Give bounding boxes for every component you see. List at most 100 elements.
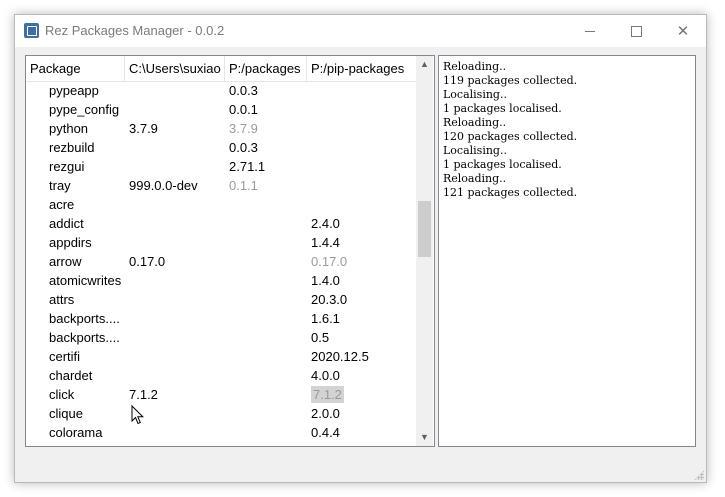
table-row[interactable]: atomicwrites 1.4.0 <box>26 271 416 290</box>
pip-version-cell: 2.4.0 <box>311 216 340 231</box>
user-version-cell <box>125 290 225 309</box>
log-lines: Reloading.. 119 packages collected. Locali… <box>439 60 577 200</box>
mouse-cursor-icon <box>131 405 145 425</box>
log-line: Reloading.. <box>443 172 507 185</box>
packages-version-cell <box>225 328 307 347</box>
log-line: 1 packages localised. <box>443 102 562 115</box>
close-icon: ✕ <box>676 22 690 40</box>
pip-version-cell <box>307 157 416 176</box>
window-title: Rez Packages Manager - 0.0.2 <box>45 23 225 38</box>
pip-version-cell <box>307 100 416 119</box>
log-output[interactable]: Reloading.. 119 packages collected. Locali… <box>438 55 696 447</box>
packages-table[interactable]: Package C:\Users\suxiao P:/packages P:/p… <box>25 55 435 447</box>
packages-version-cell <box>225 195 307 214</box>
title-bar[interactable]: Rez Packages Manager - 0.0.2 ✕ <box>15 15 706 47</box>
table-row[interactable]: rezbuild 0.0.3 <box>26 138 416 157</box>
log-line: 121 packages collected. <box>443 186 578 199</box>
log-line: 119 packages collected. <box>443 74 578 87</box>
pip-version-cell: 1.4.4 <box>311 235 340 250</box>
user-version-cell <box>125 81 225 100</box>
packages-version-cell <box>225 385 307 404</box>
packages-version-cell: 0.0.3 <box>229 83 258 98</box>
pip-version-cell <box>307 195 416 214</box>
table-header: Package C:\Users\suxiao P:/packages P:/p… <box>26 56 416 82</box>
user-version-cell <box>125 157 225 176</box>
close-button[interactable]: ✕ <box>660 15 706 47</box>
pip-version-cell: 1.4.0 <box>311 273 340 288</box>
column-header-user-path[interactable]: C:\Users\suxiao <box>125 56 225 81</box>
table-row[interactable]: tray 999.0.0-dev 0.1.1 <box>26 176 416 195</box>
packages-version-cell <box>225 252 307 271</box>
user-version-cell <box>125 328 225 347</box>
packages-version-cell: 0.0.1 <box>229 102 258 117</box>
table-row[interactable]: appdirs 1.4.4 <box>26 233 416 252</box>
table-row[interactable]: chardet 4.0.0 <box>26 366 416 385</box>
pip-version-cell <box>307 176 416 195</box>
packages-version-cell: 0.1.1 <box>229 178 258 193</box>
log-line: Reloading.. <box>443 116 507 129</box>
pip-version-cell: 4.0.0 <box>311 368 340 383</box>
table-row[interactable]: certifi 2020.12.5 <box>26 347 416 366</box>
packages-version-cell: 2.71.1 <box>229 159 266 174</box>
user-version-cell <box>125 233 225 252</box>
table-row[interactable]: pypeapp 0.0.3 <box>26 81 416 100</box>
pip-version-cell: 0.5 <box>311 330 330 345</box>
pip-version-cell <box>307 81 416 100</box>
packages-version-cell <box>225 271 307 290</box>
resize-grip-icon[interactable] <box>694 470 704 480</box>
log-line: 1 packages localised. <box>443 158 562 171</box>
log-line: Localising.. <box>443 88 507 101</box>
maximize-button[interactable] <box>613 15 659 47</box>
table-row[interactable]: addict 2.4.0 <box>26 214 416 233</box>
table-body: pypeapp 0.0.3 pype_config 0.0.1 python 3.7.9 3… <box>26 81 416 446</box>
user-version-cell: 3.7.9 <box>129 121 158 136</box>
user-version-cell <box>125 195 225 214</box>
column-header-package[interactable]: Package <box>26 56 125 81</box>
user-version-cell <box>125 423 225 442</box>
table-row[interactable]: pype_config 0.0.1 <box>26 100 416 119</box>
table-row[interactable]: colorama 0.4.4 <box>26 423 416 442</box>
highlighted-version: 7.1.2 <box>311 386 344 403</box>
vertical-scrollbar[interactable]: ▲ ▼ <box>416 56 433 446</box>
maximize-icon <box>630 25 642 37</box>
packages-version-cell: 3.7.9 <box>229 121 258 136</box>
column-header-pip-path[interactable]: P:/pip-packages <box>307 56 416 81</box>
pip-version-cell <box>307 119 416 138</box>
packages-version-cell <box>225 347 307 366</box>
pip-version-cell: 7.1.2 <box>307 385 416 404</box>
packages-version-cell <box>225 404 307 423</box>
column-header-packages-path[interactable]: P:/packages <box>225 56 307 81</box>
packages-version-cell <box>225 214 307 233</box>
packages-version-cell <box>225 290 307 309</box>
log-line: Localising.. <box>443 144 507 157</box>
user-version-cell <box>125 347 225 366</box>
table-row[interactable]: rezgui 2.71.1 <box>26 157 416 176</box>
table-row[interactable]: backports.... 0.5 <box>26 328 416 347</box>
table-row[interactable]: clique 2.0.0 <box>26 404 416 423</box>
table-row[interactable]: backports.... 1.6.1 <box>26 309 416 328</box>
app-window: Rez Packages Manager - 0.0.2 ✕ Package C… <box>14 14 707 483</box>
pip-version-cell: 0.17.0 <box>311 254 348 269</box>
table-row[interactable]: arrow 0.17.0 0.17.0 <box>26 252 416 271</box>
scroll-up-icon[interactable]: ▲ <box>416 56 433 73</box>
user-version-cell <box>125 100 225 119</box>
log-line: Reloading.. <box>443 60 507 73</box>
minimize-button[interactable] <box>567 15 613 47</box>
scroll-thumb[interactable] <box>418 201 431 257</box>
user-version-cell <box>125 309 225 328</box>
user-version-cell: 0.17.0 <box>129 254 166 269</box>
app-icon <box>24 23 39 38</box>
log-line: 120 packages collected. <box>443 130 578 143</box>
table-row[interactable]: click 7.1.2 7.1.2 <box>26 385 416 404</box>
user-version-cell <box>125 214 225 233</box>
table-row[interactable]: python 3.7.9 3.7.9 <box>26 119 416 138</box>
packages-version-cell <box>225 309 307 328</box>
scroll-down-icon[interactable]: ▼ <box>416 429 433 446</box>
user-version-cell: 7.1.2 <box>129 387 158 402</box>
table-row[interactable]: attrs 20.3.0 <box>26 290 416 309</box>
user-version-cell <box>125 271 225 290</box>
pip-version-cell <box>307 138 416 157</box>
pip-version-cell: 1.6.1 <box>311 311 340 326</box>
table-row[interactable]: acre <box>26 195 416 214</box>
packages-version-cell: 0.0.3 <box>229 140 258 155</box>
